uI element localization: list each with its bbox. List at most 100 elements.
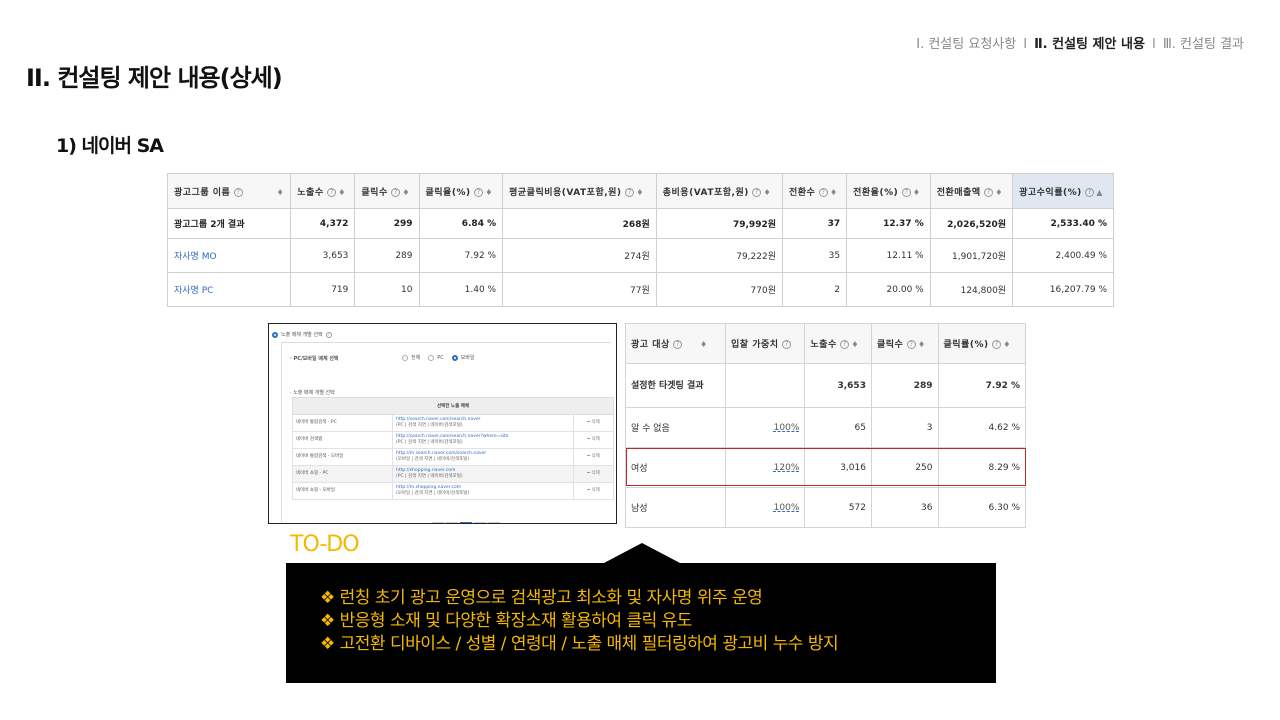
media-selection-panel: 노출 매체 개별 선택 ? · PC/모바일 매체 선택 전체 PC 모바일 ·… <box>268 323 617 524</box>
radio-all[interactable]: 전체 <box>402 354 420 361</box>
nav-item-result[interactable]: Ⅲ. 컨설팅 결과 <box>1163 37 1244 52</box>
table-cell: 2,026,520원 <box>929 208 1014 239</box>
table-cell: 여성 <box>625 447 726 488</box>
sort-icon[interactable]: ♦ <box>485 188 493 197</box>
delete-button[interactable]: ━ 삭제 <box>573 431 614 449</box>
help-icon: ? <box>992 340 1002 349</box>
col-ctr[interactable]: 클릭율(%) ? ♦ <box>418 173 504 209</box>
col-impressions[interactable]: 노출수 ? ♦ <box>804 323 872 364</box>
next-page-button[interactable]: › <box>474 522 486 523</box>
col-avg-cpc[interactable]: 평균클릭비용(VAT포함,원) ? ♦ <box>502 173 657 209</box>
help-icon: ? <box>325 331 332 338</box>
delete-button[interactable]: ━ 삭제 <box>573 414 614 432</box>
ad-group-link[interactable]: 자사명 MO <box>166 238 292 273</box>
col-conversions[interactable]: 전환수 ? ♦ <box>781 173 848 209</box>
table-row: 자사명 PC 719 10 1.40 % 77원 770원 2 20.00 % … <box>166 272 1114 307</box>
callout-pointer <box>604 543 680 563</box>
help-icon: ? <box>752 187 762 197</box>
col-ctr[interactable]: 클릭률(%) ? ♦ <box>937 323 1026 364</box>
radio-selected-icon[interactable] <box>272 331 278 338</box>
col-roas[interactable]: 광고수익률(%) ? ▲ <box>1012 173 1114 209</box>
sort-icon[interactable]: ♦ <box>913 188 921 197</box>
sort-icon[interactable]: ♦ <box>851 340 859 349</box>
help-icon: ? <box>782 340 792 349</box>
help-icon: ? <box>984 187 994 197</box>
todo-callout: ❖ 런칭 초기 광고 운영으로 검색광고 최소화 및 자사명 위주 운영 ❖ 반… <box>286 563 996 683</box>
table-cell: 3,653 <box>804 363 872 408</box>
last-page-button[interactable]: » <box>488 522 500 523</box>
sort-icon[interactable]: ♦ <box>700 340 708 349</box>
radio-mobile[interactable]: 모바일 <box>451 354 475 361</box>
table-cell: 3 <box>870 407 939 448</box>
media-url: http://search.naver.com/search.naver (PC … <box>392 414 574 432</box>
table-cell: 4,372 <box>290 208 356 239</box>
sort-icon[interactable]: ♦ <box>918 340 926 349</box>
sort-icon[interactable]: ♦ <box>1003 340 1011 349</box>
table-row: 남성 100% 572 36 6.30 % <box>625 487 1026 528</box>
section-nav: Ⅰ. 컨설팅 요청사항 l Ⅱ. 컨설팅 제안 내용 l Ⅲ. 컨설팅 결과 <box>916 33 1244 52</box>
table-cell: 12.11 % <box>846 238 931 273</box>
table-cell: 2,533.40 % <box>1012 208 1114 239</box>
targeting-table: 광고 대상 ? ♦ 입찰 가중치 ? 노출수 ? ♦ 클릭수 ? ♦ 클릭률(%) … <box>625 323 1026 528</box>
page-1-button[interactable]: 1 <box>460 522 472 523</box>
nav-item-proposal[interactable]: Ⅱ. 컨설팅 제안 내용 <box>1034 37 1145 52</box>
table-cell: 289 <box>870 363 939 408</box>
help-icon: ? <box>474 187 484 197</box>
nav-separator: l <box>1023 37 1027 52</box>
table-cell: 124,800원 <box>929 272 1014 307</box>
table-row: 여성 120% 3,016 250 8.29 % <box>625 447 1026 488</box>
callout-item: ❖ 반응형 소재 및 다양한 확장소재 활용하여 클릭 유도 <box>320 611 692 631</box>
col-ad-group-name[interactable]: 광고그룹 이름 ? ♦ <box>166 173 292 209</box>
nav-item-request[interactable]: Ⅰ. 컨설팅 요청사항 <box>916 37 1016 52</box>
sort-icon[interactable]: ♦ <box>636 188 644 197</box>
table-cell: 7.92 % <box>418 238 504 273</box>
col-bid-weight[interactable]: 입찰 가중치 ? <box>724 323 806 364</box>
table-cell: 설정한 타겟팅 결과 <box>625 363 726 408</box>
first-page-button[interactable]: « <box>432 522 444 523</box>
radio-pc[interactable]: PC <box>428 354 444 361</box>
table-cell: 2 <box>781 272 848 307</box>
sort-icon[interactable]: ♦ <box>830 188 838 197</box>
delete-button[interactable]: ━ 삭제 <box>573 465 614 483</box>
col-clicks[interactable]: 클릭수 ? ♦ <box>354 173 420 209</box>
help-icon: ? <box>1085 187 1095 197</box>
delete-button[interactable]: ━ 삭제 <box>573 482 614 500</box>
minus-icon: ━ <box>587 454 590 459</box>
section-subtitle: 1) 네이버 SA <box>56 135 164 157</box>
media-name: 네이버 쇼핑 - PC <box>292 465 393 483</box>
help-icon: ? <box>818 187 828 197</box>
minus-icon: ━ <box>587 420 590 425</box>
sort-asc-icon[interactable]: ▲ <box>1096 188 1103 197</box>
table-cell: 36 <box>870 487 939 528</box>
sort-icon[interactable]: ♦ <box>763 188 771 197</box>
table-cell: 274원 <box>502 238 657 273</box>
col-impressions[interactable]: 노출수 ? ♦ <box>290 173 356 209</box>
sort-icon[interactable]: ♦ <box>277 188 285 197</box>
table-cell: 79,992원 <box>655 208 784 239</box>
table-cell: 65 <box>804 407 872 448</box>
help-icon: ? <box>327 187 337 197</box>
bid-weight-link[interactable]: 100% <box>724 487 806 528</box>
table-cell: 250 <box>870 447 939 488</box>
ad-group-link[interactable]: 자사명 PC <box>166 272 292 307</box>
table-cell: 268원 <box>502 208 657 239</box>
col-total-cost[interactable]: 총비용(VAT포함,원) ? ♦ <box>655 173 784 209</box>
help-icon: ? <box>625 187 635 197</box>
bid-weight-link[interactable]: 100% <box>724 407 806 448</box>
callout-item: ❖ 고전환 디바이스 / 성별 / 연령대 / 노출 매체 필터링하여 광고비 … <box>320 634 839 654</box>
diamond-bullet-icon: ❖ <box>320 611 335 631</box>
col-conversion-rate[interactable]: 전환율(%) ? ♦ <box>846 173 931 209</box>
col-clicks[interactable]: 클릭수 ? ♦ <box>870 323 939 364</box>
sort-icon[interactable]: ♦ <box>402 188 410 197</box>
media-row: 네이버 검색탭 http://search.naver.com/search.n… <box>292 431 614 449</box>
sort-icon[interactable]: ♦ <box>338 188 346 197</box>
col-conversion-revenue[interactable]: 전환매출액 ? ♦ <box>929 173 1014 209</box>
sort-icon[interactable]: ♦ <box>995 188 1003 197</box>
bid-weight-link[interactable]: 120% <box>724 447 806 488</box>
help-icon: ? <box>901 187 911 197</box>
delete-button[interactable]: ━ 삭제 <box>573 448 614 466</box>
table-cell: 79,222원 <box>655 238 784 273</box>
prev-page-button[interactable]: ‹ <box>446 522 458 523</box>
col-ad-target[interactable]: 광고 대상 ? ♦ <box>625 323 726 364</box>
device-radio-group: 전체 PC 모바일 <box>402 354 475 361</box>
